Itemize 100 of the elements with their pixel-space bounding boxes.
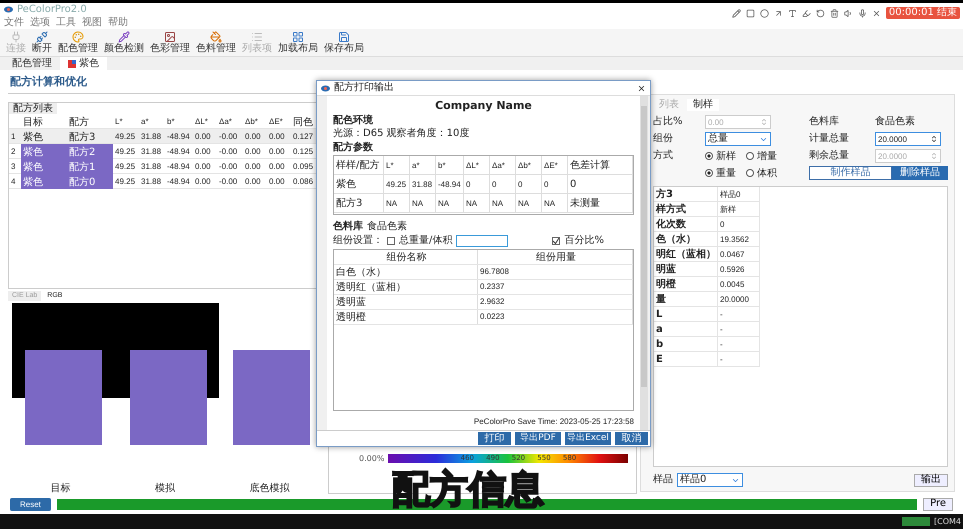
marker-icon[interactable] bbox=[802, 8, 811, 18]
table-cell: 49.25 bbox=[384, 175, 410, 194]
radio-option[interactable]: 重量 bbox=[705, 166, 736, 180]
menu-item[interactable]: 帮助 bbox=[108, 18, 128, 28]
dialog-button[interactable]: 导出PDF bbox=[515, 432, 561, 445]
dialog-button[interactable]: 打印 bbox=[478, 432, 511, 445]
table-cell: 0.0223 bbox=[478, 310, 633, 324]
pre-button[interactable]: Pre bbox=[923, 498, 953, 510]
text-icon[interactable] bbox=[788, 8, 797, 18]
menu-item[interactable]: 选项 bbox=[30, 18, 50, 28]
reset-button[interactable]: Reset bbox=[10, 498, 51, 510]
checkbox-label: 百分比% bbox=[564, 234, 604, 246]
table-cell[interactable]: 紫色 bbox=[21, 159, 67, 174]
radio-option[interactable]: 体积 bbox=[746, 166, 777, 180]
column-header: ΔL* bbox=[464, 156, 490, 174]
circle-icon[interactable] bbox=[760, 8, 769, 18]
table-cell: - bbox=[718, 307, 760, 322]
table-cell-text: 0.00 bbox=[244, 161, 262, 173]
row-label: 明橙 bbox=[654, 277, 718, 292]
close-icon[interactable] bbox=[872, 8, 881, 18]
column-header: 组份名称 bbox=[334, 250, 478, 264]
arrow-icon[interactable] bbox=[774, 8, 783, 18]
paint-bucket-icon bbox=[210, 31, 222, 43]
table-cell: 2.9632 bbox=[478, 294, 633, 309]
table-cell[interactable]: 配方1 bbox=[67, 159, 113, 174]
checkbox[interactable] bbox=[387, 236, 395, 245]
table-cell-text: 0.00 bbox=[244, 146, 262, 158]
delete-sample-button[interactable]: 删除样品 bbox=[892, 166, 948, 180]
table-cell[interactable]: 配方0 bbox=[67, 174, 113, 189]
table-cell: 透明红（蓝相） bbox=[334, 280, 478, 294]
output-button[interactable]: 输出 bbox=[914, 474, 948, 486]
close-icon[interactable] bbox=[637, 84, 646, 92]
menu-item[interactable]: 工具 bbox=[56, 18, 76, 28]
save-icon bbox=[338, 31, 350, 43]
microphone-icon[interactable] bbox=[858, 8, 867, 18]
toolbar-button[interactable]: 保存布局 bbox=[322, 29, 366, 56]
field-label: 剩余总量 bbox=[809, 150, 850, 162]
column-header: Δb* bbox=[516, 156, 542, 174]
scrollbar[interactable] bbox=[640, 96, 648, 430]
column-header: L* bbox=[114, 116, 124, 128]
toolbar-button[interactable]: 颜色检测 bbox=[102, 29, 146, 56]
spin-arrows-icon bbox=[930, 135, 938, 143]
toolbar-button[interactable]: 加载布局 bbox=[276, 29, 320, 56]
table-cell[interactable]: 紫色 bbox=[21, 174, 67, 189]
axis-label: 0.00% bbox=[359, 454, 384, 463]
table-cell[interactable]: 配方2 bbox=[67, 144, 113, 159]
table-cell: 紫色 bbox=[334, 175, 384, 194]
table-cell-text: -0.00 bbox=[218, 176, 238, 188]
toolbar-button[interactable]: 配色管理 bbox=[56, 29, 100, 56]
total-field[interactable]: 20.0000 bbox=[875, 132, 941, 146]
row-label: 量 bbox=[654, 292, 718, 307]
table-cell[interactable]: 紫色 bbox=[21, 129, 67, 144]
save-time: PeColorPro Save Time: 2023-05-25 17:23:58 bbox=[474, 416, 634, 426]
toolbar-button[interactable]: 色料管理 bbox=[194, 29, 238, 56]
table-cell: 配方3 bbox=[334, 194, 384, 212]
menu-item[interactable]: 视图 bbox=[82, 18, 102, 28]
table-cell[interactable]: 紫色 bbox=[21, 144, 67, 159]
dialog-button[interactable]: 取消 bbox=[615, 432, 648, 445]
panel-tab[interactable]: 制样 bbox=[687, 99, 719, 111]
table-cell[interactable]: 配方3 bbox=[67, 129, 113, 144]
row-number: 4 bbox=[10, 176, 16, 188]
table-cell-text: 0.00 bbox=[194, 146, 212, 158]
table-cell: - bbox=[718, 352, 760, 367]
toolbar-button[interactable]: 色彩管理 bbox=[148, 29, 192, 56]
section-title: 配色环境 bbox=[333, 114, 374, 126]
group-select[interactable]: 总量 bbox=[705, 132, 771, 146]
table-cell: 未测量 bbox=[568, 194, 633, 212]
document-tab[interactable]: 配色管理 bbox=[4, 57, 60, 70]
sample-select[interactable]: 样品0 bbox=[677, 473, 743, 487]
checkbox[interactable] bbox=[552, 236, 560, 245]
column-header: 同色 bbox=[292, 116, 314, 129]
speaker-icon[interactable] bbox=[844, 8, 853, 18]
trash-icon[interactable] bbox=[830, 8, 839, 18]
company-name: Company Name bbox=[435, 100, 532, 113]
image-icon bbox=[164, 31, 176, 43]
table-cell-text: 0.00 bbox=[268, 146, 286, 158]
row-label: a bbox=[654, 322, 718, 337]
undo-icon[interactable] bbox=[816, 8, 825, 18]
table-cell: NA bbox=[384, 194, 410, 212]
dialog-button[interactable]: 导出Excel bbox=[565, 432, 611, 445]
toolbar-button[interactable]: 断开 bbox=[30, 29, 54, 56]
pencil-icon[interactable] bbox=[732, 8, 741, 18]
stop-recording-button[interactable]: 00:00:01 结束 bbox=[886, 7, 960, 19]
table-cell-text: -0.00 bbox=[218, 161, 238, 173]
amount-field[interactable] bbox=[456, 234, 508, 247]
table-cell-text: 0.00 bbox=[268, 161, 286, 173]
document-tab[interactable]: 紫色 bbox=[60, 57, 107, 70]
column-header: 配方 bbox=[68, 116, 90, 129]
radio-option[interactable]: 增量 bbox=[746, 149, 777, 163]
radio-option[interactable]: 新样 bbox=[705, 149, 736, 163]
table-cell-text: 0.00 bbox=[268, 131, 286, 143]
table-cell-text: 0.00 bbox=[194, 131, 212, 143]
row-label: E bbox=[654, 352, 718, 367]
table-cell-text: 0.00 bbox=[244, 176, 262, 188]
menu-item[interactable]: 文件 bbox=[4, 18, 24, 28]
table-cell: 0.5926 bbox=[718, 262, 760, 277]
table-cell: NA bbox=[436, 194, 464, 212]
make-sample-button[interactable]: 制作样品 bbox=[809, 166, 892, 180]
square-icon[interactable] bbox=[746, 8, 755, 18]
table-cell-text: 0.00 bbox=[194, 161, 212, 173]
